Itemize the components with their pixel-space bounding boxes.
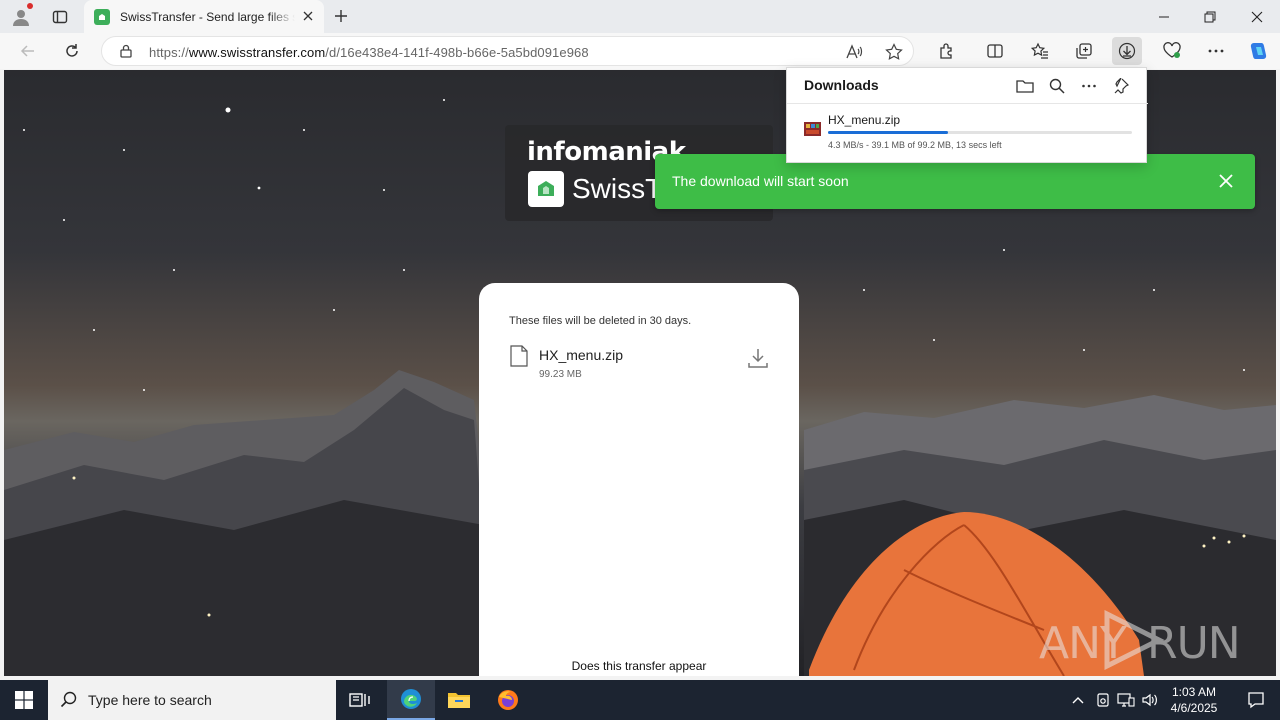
new-tab-icon[interactable] xyxy=(330,5,352,27)
taskbar-search[interactable]: Type here to search xyxy=(48,680,336,720)
downloads-more-icon[interactable] xyxy=(1078,75,1100,97)
copilot-icon[interactable] xyxy=(1243,37,1273,65)
windows-logo-icon xyxy=(15,691,33,709)
browser-essentials-icon[interactable] xyxy=(1157,37,1187,65)
firefox-icon[interactable] xyxy=(484,680,532,720)
clock-date: 4/6/2025 xyxy=(1170,701,1218,715)
download-file-name: HX_menu.zip xyxy=(828,113,901,127)
refresh-icon[interactable] xyxy=(58,38,86,64)
tab-actions-icon[interactable] xyxy=(48,5,72,29)
swisstransfer-favicon-icon xyxy=(94,8,110,25)
url-scheme: https:// xyxy=(149,45,189,60)
restore-icon[interactable] xyxy=(1187,0,1233,33)
watermark-text-any: ANY xyxy=(1039,618,1127,669)
swisstransfer-wordmark: SwissT xyxy=(572,173,663,204)
system-clock[interactable]: 1:03 AM 4/6/2025 xyxy=(1162,684,1226,716)
close-window-icon[interactable] xyxy=(1234,0,1280,33)
split-screen-icon[interactable] xyxy=(980,37,1010,65)
search-icon xyxy=(60,691,77,708)
tab-swisstransfer[interactable]: SwissTransfer - Send large files se xyxy=(84,0,324,33)
file-size: 99.23 MB xyxy=(539,369,582,380)
watermark-text-run: RUN xyxy=(1147,618,1241,669)
deletion-notice: These files will be deleted in 30 days. xyxy=(509,315,692,327)
taskbar: Type here to search 1:03 AM 4/6/2025 xyxy=(0,680,1280,720)
extensions-icon[interactable] xyxy=(932,37,962,65)
transfer-question-text: Does this transfer appear xyxy=(571,659,707,673)
task-view-icon[interactable] xyxy=(336,680,384,720)
tab-title: SwissTransfer - Send large files se xyxy=(120,9,295,24)
download-progress-bar xyxy=(828,131,1132,134)
downloads-title: Downloads xyxy=(804,77,879,93)
pin-icon[interactable] xyxy=(1110,75,1132,97)
url-path: /d/16e438e4-141f-498b-b66e-5a5bd091e968 xyxy=(325,45,589,60)
download-item[interactable]: HX_menu.zip 4.3 MB/s - 39.1 MB of 99.2 M… xyxy=(788,104,1146,162)
toast-message: The download will start soon xyxy=(672,173,849,189)
file-name: HX_menu.zip xyxy=(539,347,624,363)
zip-archive-icon xyxy=(804,122,821,136)
volume-icon[interactable] xyxy=(1140,690,1160,710)
favorite-star-icon[interactable] xyxy=(884,42,904,62)
lock-icon[interactable] xyxy=(119,44,133,58)
anyrun-watermark: ANY RUN xyxy=(1039,609,1249,671)
swisstransfer-logo-icon xyxy=(528,171,564,207)
edge-taskbar-icon[interactable] xyxy=(387,680,435,720)
downloads-flyout: Downloads HX_menu.zip 4.3 MB/s - 39.1 MB… xyxy=(786,67,1148,163)
transfer-panel: These files will be deleted in 30 days. … xyxy=(479,283,799,676)
network-icon[interactable] xyxy=(1116,690,1136,710)
downloads-icon[interactable] xyxy=(1112,37,1142,65)
start-button[interactable] xyxy=(0,680,48,720)
download-status: 4.3 MB/s - 39.1 MB of 99.2 MB, 13 secs l… xyxy=(828,140,1002,150)
notifications-icon[interactable] xyxy=(1232,680,1280,720)
toast-close-icon[interactable] xyxy=(1216,171,1236,191)
clock-time: 1:03 AM xyxy=(1171,685,1217,699)
address-bar[interactable]: https://www.swisstransfer.com/d/16e438e4… xyxy=(101,36,914,66)
navigation-bar: https://www.swisstransfer.com/d/16e438e4… xyxy=(0,33,1280,69)
back-icon[interactable] xyxy=(14,38,42,64)
read-aloud-icon[interactable] xyxy=(844,42,864,62)
minimize-icon[interactable] xyxy=(1141,0,1187,33)
search-placeholder: Type here to search xyxy=(88,692,212,708)
device-icon[interactable] xyxy=(1093,690,1113,710)
download-progress-fill xyxy=(828,131,948,134)
tab-strip: SwissTransfer - Send large files se xyxy=(0,0,1280,33)
open-folder-icon[interactable] xyxy=(1014,75,1036,97)
more-options-icon[interactable] xyxy=(1201,37,1231,65)
file-explorer-icon[interactable] xyxy=(435,680,483,720)
file-download-icon[interactable] xyxy=(747,347,769,369)
url-host: www.swisstransfer.com xyxy=(188,45,326,60)
search-downloads-icon[interactable] xyxy=(1046,75,1068,97)
file-icon xyxy=(510,345,528,367)
collections-icon[interactable] xyxy=(1069,37,1099,65)
favorites-icon[interactable] xyxy=(1025,37,1055,65)
tab-close-icon[interactable] xyxy=(300,8,316,24)
show-hidden-icons-icon[interactable] xyxy=(1068,690,1088,710)
url-text[interactable]: https://www.swisstransfer.com/d/16e438e4… xyxy=(149,45,589,60)
profile-alert-dot xyxy=(27,3,33,9)
